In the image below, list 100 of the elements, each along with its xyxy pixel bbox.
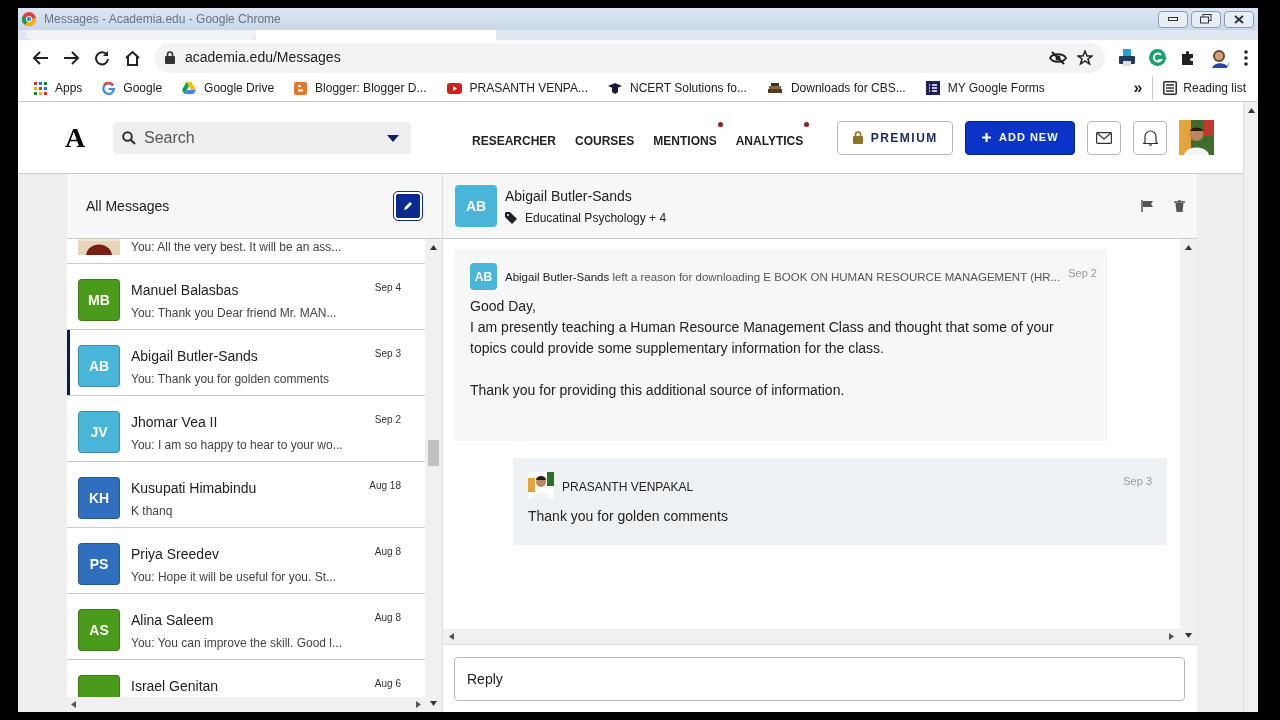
horizontal-scrollbar[interactable] (443, 629, 1180, 644)
bookmark-link[interactable]: NCERT Solutions fo... (608, 79, 747, 97)
message-date: Aug 8 (374, 611, 401, 625)
dropdown-caret-icon[interactable] (387, 134, 399, 142)
nav-link[interactable]: COURSES (575, 133, 635, 148)
pencil-icon (403, 201, 413, 211)
nav-link[interactable]: ANALYTICS (735, 133, 804, 148)
bell-icon (1142, 129, 1158, 146)
message-preview: You: All the very best. It will be an ass... (131, 239, 343, 256)
avatar: MB (78, 279, 120, 321)
url-text: academia.edu/Messages (185, 48, 341, 67)
books-stack-icon (766, 82, 783, 94)
scroll-right-icon[interactable] (416, 701, 421, 708)
more-bookmarks-button[interactable]: » (1133, 76, 1154, 100)
scroll-down-icon[interactable] (430, 701, 437, 706)
conversation-item[interactable]: PS Priya Sreedev Aug 8 You: Hope it will be useful for you. St... (67, 528, 425, 594)
avatar: AB (78, 345, 120, 387)
conversation-item[interactable]: AB Abigail Butler-Sands Sep 3 You: Thank you for golden comments (67, 330, 425, 396)
scroll-left-icon[interactable] (71, 701, 76, 708)
star-icon[interactable] (1077, 49, 1093, 66)
extensions-icon[interactable] (1180, 49, 1196, 66)
contact-name: Priya Sreedev (131, 545, 219, 564)
page-scrollbar[interactable] (1243, 102, 1258, 712)
form-list-icon (925, 81, 940, 95)
scroll-up-icon[interactable] (1247, 108, 1255, 113)
user-avatar[interactable] (1179, 120, 1215, 155)
address-bar[interactable]: academia.edu/Messages (155, 42, 1105, 73)
message-preview: You: I am so happy to hear to your wo... (131, 437, 344, 454)
logo[interactable]: A (65, 116, 89, 159)
bookmark-link[interactable]: Google Drive (182, 79, 275, 97)
forward-icon[interactable] (63, 50, 80, 65)
bookmark-link[interactable]: Apps (34, 79, 83, 97)
message-preview: You: Thank you for golden comments (131, 371, 331, 388)
scroll-up-icon[interactable] (430, 245, 437, 250)
avatar: JV (78, 411, 120, 453)
scroll-right-icon[interactable] (1169, 633, 1174, 640)
restore-icon (1200, 14, 1212, 24)
scroll-up-icon[interactable] (1185, 245, 1192, 250)
close-button[interactable] (1224, 10, 1254, 28)
vertical-scrollbar[interactable] (425, 239, 442, 712)
compose-button[interactable] (394, 192, 422, 220)
bookmark-link[interactable]: Blogger: Blogger D... (294, 79, 427, 97)
avatar: AS (78, 609, 120, 651)
message-text: Thank you for golden comments (528, 507, 729, 526)
plus-icon (982, 133, 991, 142)
search-icon (122, 130, 136, 145)
contact-name: Abigail Butler-Sands (131, 347, 258, 366)
bookmark-link[interactable]: Downloads for CBS... (766, 79, 906, 97)
list-icon (1163, 81, 1178, 95)
message-text: Good Day, I am presently teaching a Human Resource Management Class and thought that some of your topics could provide some supplementary information for the class. (470, 297, 1055, 358)
contact-name: Abigail Butler-Sands (505, 186, 633, 206)
vertical-scrollbar[interactable] (1180, 239, 1197, 644)
tag-label: Educatinal Psychology + 4 (525, 209, 667, 227)
message-preview: You: Hope it will be useful for you. St... (131, 569, 337, 586)
bookmark-link[interactable]: Google (102, 79, 163, 97)
grammar-extension-icon[interactable] (1149, 49, 1166, 66)
search-field[interactable]: Search (113, 121, 411, 154)
contact-name: Manuel Balasbas (131, 281, 239, 300)
window-title: Messages - Academia.edu - Google Chrome (44, 11, 281, 28)
conversation-item[interactable]: You: All the very best. It will be an ass... (67, 239, 425, 264)
conversation-item[interactable]: AS Alina Saleem Aug 8 You: You can improve the skill. Good l... (67, 594, 425, 660)
scrollbar-thumb[interactable] (428, 440, 439, 466)
bookmark-link[interactable]: MY Google Forms (925, 79, 1045, 97)
message-date: Sep 2 (1068, 266, 1097, 281)
scroll-left-icon[interactable] (449, 633, 454, 640)
nav-link[interactable]: RESEARCHER (472, 133, 556, 148)
restore-button[interactable] (1191, 10, 1221, 28)
tag-icon (505, 211, 517, 224)
notifications-button[interactable] (1133, 120, 1168, 155)
reload-icon[interactable] (94, 49, 110, 66)
apps-grid-icon (34, 81, 47, 95)
message-date: Sep 3 (374, 347, 401, 361)
back-icon[interactable] (32, 50, 49, 65)
contact-name: Jhomar Vea II (131, 413, 218, 432)
printer-icon[interactable] (1119, 49, 1135, 66)
message-date: Aug 8 (374, 545, 401, 559)
flag-icon[interactable] (1141, 200, 1154, 212)
trash-icon[interactable] (1174, 200, 1185, 212)
nav-link[interactable]: MENTIONS (653, 133, 717, 148)
message-header: Abigail Butler-Sands left a reason for downloading E BOOK ON HUMAN RESOURCE MANAGEMENT (HR... (505, 270, 1061, 285)
conversation-item[interactable]: MB Manuel Balasbas Sep 4 You: Thank you Dear friend Mr. MAN... (67, 264, 425, 330)
profile-avatar[interactable] (1210, 47, 1230, 68)
bookmark-link[interactable]: PRASANTH VENPA... (446, 79, 588, 97)
menu-icon[interactable] (1244, 49, 1248, 66)
g-letter-logo-icon (102, 81, 116, 95)
message-date: Aug 18 (369, 479, 401, 493)
close-icon (1234, 14, 1244, 24)
scroll-down-icon[interactable] (1185, 633, 1192, 638)
minimize-button[interactable] (1158, 10, 1188, 28)
add-new-button[interactable]: ADD NEW (965, 120, 1076, 155)
drive-triangle-icon (182, 82, 197, 94)
premium-button[interactable]: PREMIUM (837, 120, 954, 155)
message-preview: You: You can improve the skill. Good l... (131, 635, 344, 652)
conversation-item[interactable]: KH Kusupati Himabindu Aug 18 K thanq (67, 462, 425, 528)
home-icon[interactable] (124, 49, 141, 66)
reading-list-button[interactable]: Reading list (1153, 79, 1246, 97)
conversation-item[interactable]: JV Jhomar Vea II Sep 2 You: I am so happy to hear to your wo... (67, 396, 425, 462)
reply-field[interactable]: Reply (454, 656, 1185, 701)
eye-slash-icon[interactable] (1049, 50, 1067, 65)
messages-button[interactable] (1087, 120, 1122, 155)
